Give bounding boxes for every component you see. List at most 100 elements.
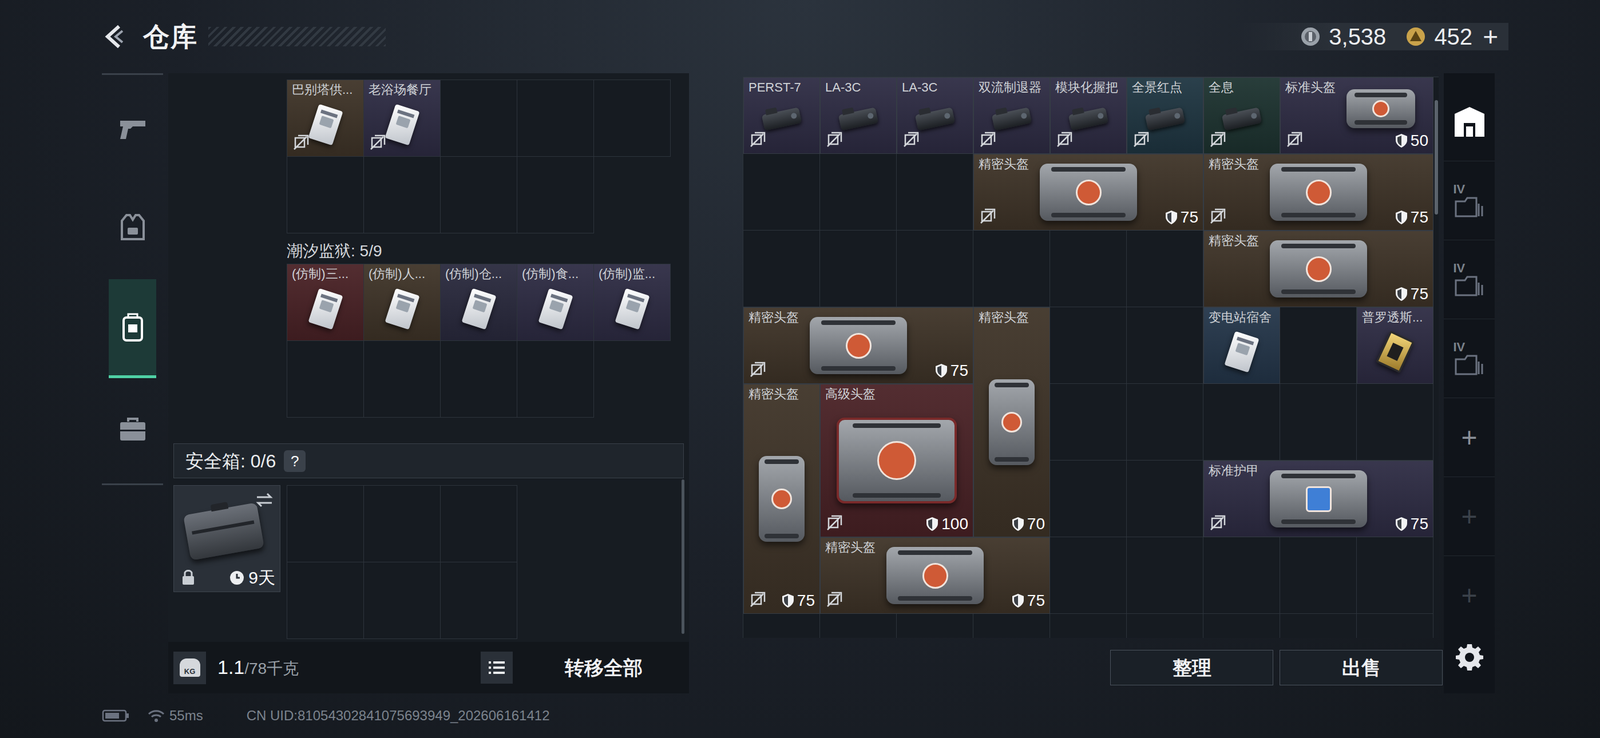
- item-durability: 75: [1394, 284, 1429, 304]
- item-tile[interactable]: 精密头盔75: [1203, 230, 1434, 308]
- stash-tab[interactable]: +: [1443, 398, 1495, 478]
- item-tile[interactable]: 精密头盔 75: [743, 307, 974, 384]
- item-durability: 75: [934, 361, 969, 380]
- nav-item[interactable]: [101, 177, 164, 277]
- item-tile[interactable]: 模块化握把: [1050, 77, 1127, 154]
- help-badge[interactable]: ?: [283, 450, 306, 473]
- action-button[interactable]: 出售: [1279, 650, 1443, 686]
- item-tile[interactable]: 全景红点: [1126, 77, 1204, 154]
- wifi-icon: [147, 709, 165, 723]
- item-tile[interactable]: (仿制)食...: [517, 264, 594, 342]
- nav-item[interactable]: [101, 380, 164, 479]
- safe-box-item[interactable]: 9天: [173, 485, 281, 593]
- helmet-image: [836, 417, 957, 504]
- stash-tab[interactable]: +: [1443, 556, 1495, 632]
- item-name: 普罗透斯...: [1361, 309, 1423, 326]
- item-durability: 100: [925, 515, 969, 534]
- tab-tier: IV: [1453, 183, 1466, 196]
- main-area: 巴别塔供...老浴场餐厅潮汐监狱: 5/9(仿制)三...(仿制)人...(仿制…: [0, 73, 1600, 697]
- item-name: 精密头盔: [978, 156, 1029, 173]
- keycard-image: [307, 287, 343, 330]
- item-tile[interactable]: 普罗透斯...: [1356, 307, 1434, 384]
- warehouse-screen: 仓库3,538452+巴别塔供...老浴场餐厅潮汐监狱: 5/9(仿制)三...…: [0, 0, 1600, 738]
- item-tile[interactable]: 全息: [1203, 77, 1281, 154]
- item-tile[interactable]: (仿制)仓...: [440, 264, 518, 342]
- item-name: 全息: [1208, 79, 1234, 96]
- add-currency-button[interactable]: +: [1480, 23, 1501, 50]
- top-bar: 仓库3,538452+: [0, 0, 1600, 74]
- item-tile[interactable]: 精密头盔75: [743, 383, 821, 615]
- helmet-image: [1039, 163, 1138, 221]
- item-name: (仿制)人...: [368, 266, 426, 283]
- side-nav: [101, 73, 164, 486]
- keycard-image: [614, 287, 650, 330]
- helmet-image: [988, 379, 1035, 466]
- stash-tab[interactable]: [1443, 82, 1495, 162]
- item-tile[interactable]: 精密头盔75: [1203, 153, 1434, 231]
- item-tile[interactable]: LA-3C: [896, 77, 974, 154]
- untradeable-icon: [749, 131, 766, 148]
- attachment-image: [991, 107, 1032, 131]
- item-tile[interactable]: (仿制)监...: [593, 264, 671, 342]
- untradeable-icon: [749, 361, 766, 378]
- item-tile[interactable]: 高级头盔 100: [820, 383, 974, 538]
- item-tile[interactable]: 精密头盔75: [820, 537, 1051, 615]
- untradeable-icon: [979, 208, 996, 225]
- loadout-panel: 巴别塔供...老浴场餐厅潮汐监狱: 5/9(仿制)三...(仿制)人...(仿制…: [168, 73, 689, 694]
- item-name: (仿制)食...: [521, 266, 579, 283]
- untradeable-icon: [826, 131, 843, 148]
- transfer-all-button[interactable]: 转移全部: [520, 655, 687, 681]
- shield-icon: [1011, 593, 1025, 609]
- back-button[interactable]: [98, 19, 133, 54]
- briefcase-icon: [118, 417, 148, 443]
- action-button[interactable]: 整理: [1110, 650, 1274, 686]
- stash-tab[interactable]: IV: [1443, 240, 1495, 320]
- item-tile[interactable]: (仿制)三...: [287, 264, 364, 342]
- item-tile[interactable]: 变电站宿舍: [1203, 307, 1281, 384]
- item-name: 精密头盔: [978, 309, 1029, 326]
- item-tile[interactable]: PERST-7: [743, 77, 821, 154]
- untradeable-icon: [1133, 131, 1150, 148]
- container-grid: (仿制)三...(仿制)人... (仿制)仓...(仿制)食... (仿制)监...: [286, 263, 689, 418]
- add-tab-label: +: [1460, 501, 1477, 532]
- stash-tab[interactable]: +: [1443, 477, 1495, 557]
- lock-icon: [180, 568, 196, 586]
- empty-slot: [517, 80, 594, 157]
- item-tile[interactable]: LA-3C: [820, 77, 897, 154]
- stash-tab[interactable]: IV: [1443, 161, 1495, 241]
- settings-button[interactable]: [1443, 631, 1495, 683]
- nav-item[interactable]: [101, 79, 164, 178]
- safe-box-grid: [286, 485, 518, 640]
- status-bar: 55msCN UID:81054302841075693949_20260616…: [0, 696, 1600, 738]
- clock-icon: [228, 569, 245, 586]
- currency-bar: 3,538452+: [1237, 22, 1509, 51]
- item-name: 精密头盔: [748, 309, 799, 326]
- pistol-icon: [117, 116, 148, 142]
- shield-icon: [1011, 516, 1025, 532]
- keycard-image: [461, 287, 497, 330]
- item-tile[interactable]: 标准头盔50: [1280, 77, 1434, 154]
- item-tile[interactable]: 老浴场餐厅: [363, 80, 441, 157]
- list-view-button[interactable]: [480, 651, 513, 684]
- item-tile[interactable]: 双流制退器: [973, 77, 1051, 154]
- item-tile[interactable]: 精密头盔70: [973, 307, 1051, 538]
- item-durability: 75: [1394, 208, 1429, 227]
- item-tile[interactable]: 巴别塔供...: [287, 80, 364, 157]
- panel-scrollbar[interactable]: [681, 479, 685, 635]
- item-tile[interactable]: 标准护甲75: [1203, 460, 1434, 538]
- stash-tab[interactable]: IV: [1443, 319, 1495, 399]
- untradeable-icon: [749, 591, 766, 608]
- attachment-image: [1068, 107, 1109, 131]
- container-label: 潮汐监狱: 5/9: [286, 241, 382, 261]
- item-name: 高级头盔: [825, 386, 876, 403]
- stash-scrollbar[interactable]: [1434, 100, 1439, 215]
- attachment-image: [1145, 107, 1186, 131]
- empty-slot: [363, 341, 441, 418]
- item-tile[interactable]: 精密头盔75: [973, 153, 1204, 231]
- nav-item[interactable]: [108, 279, 157, 379]
- untradeable-icon: [1209, 515, 1226, 532]
- empty-slot: [287, 341, 364, 418]
- helmet-image: [809, 317, 908, 375]
- item-tile[interactable]: (仿制)人...: [363, 264, 441, 342]
- item-name: 标准护甲: [1208, 462, 1259, 479]
